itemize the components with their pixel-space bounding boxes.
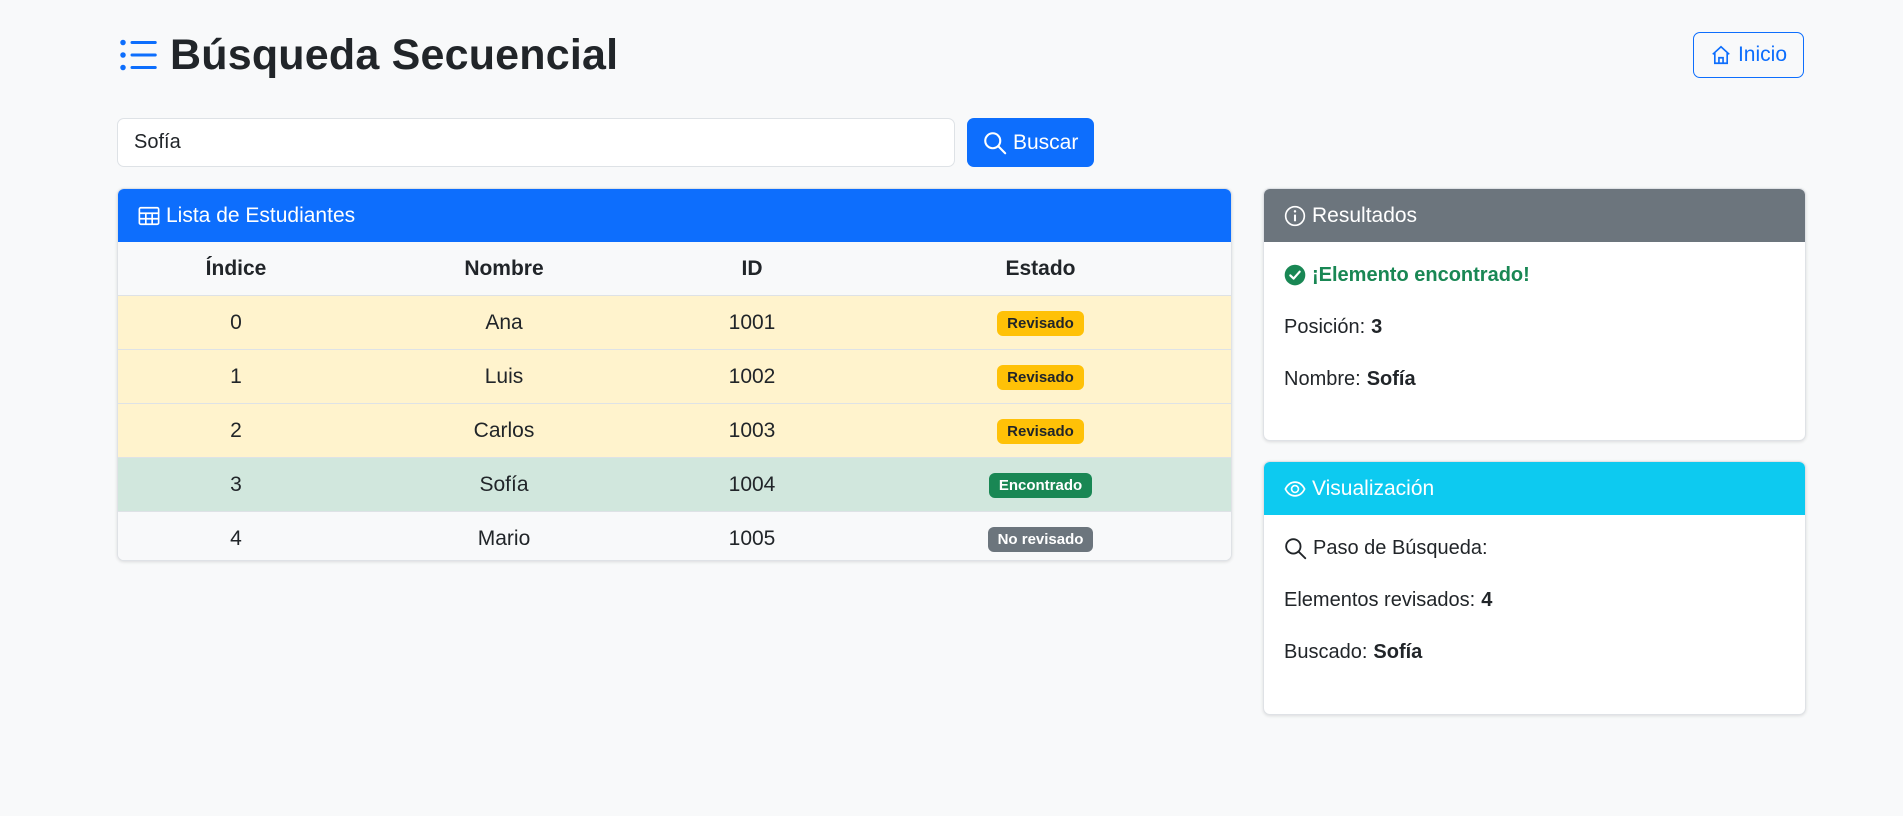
table-row: 2 Carlos 1003 Revisado (118, 403, 1231, 458)
cell-status: Revisado (850, 349, 1231, 404)
searched-label: Buscado: (1284, 640, 1368, 663)
name-line: Nombre: Sofía (1284, 366, 1785, 392)
status-badge: Revisado (997, 418, 1084, 444)
search-input[interactable] (117, 118, 955, 167)
cell-index: 4 (118, 511, 354, 560)
cell-name: Sofía (354, 457, 654, 512)
search-button-label: Buscar (1013, 130, 1079, 154)
cell-index: 2 (118, 403, 354, 458)
searched-value: Sofía (1373, 640, 1423, 663)
reviewed-line: Elementos revisados: 4 (1284, 587, 1785, 613)
cell-status: Revisado (850, 403, 1231, 458)
table-row: 0 Ana 1001 Revisado (118, 295, 1231, 350)
page-header: Búsqueda Secuencial Inicio (118, 26, 1804, 84)
status-badge: Encontrado (988, 472, 1093, 498)
step-label: Paso de Búsqueda: (1313, 536, 1488, 559)
home-button-label: Inicio (1737, 43, 1787, 66)
cell-name: Ana (354, 295, 654, 350)
students-table: Índice Nombre ID Estado 0 Ana 1001 Revis… (118, 242, 1231, 560)
visualization-card-title: Visualización (1312, 476, 1435, 500)
cell-name: Mario (354, 511, 654, 560)
visualization-card-header: Visualización (1264, 462, 1805, 515)
column-header-index: Índice (118, 242, 354, 296)
position-label: Posición: (1284, 315, 1366, 338)
list-icon (118, 35, 158, 75)
cell-index: 1 (118, 349, 354, 404)
searched-line: Buscado: Sofía (1284, 639, 1785, 665)
search-button[interactable]: Buscar (967, 118, 1095, 167)
visualization-card-body: Paso de Búsqueda: Elementos revisados: 4… (1264, 515, 1805, 711)
results-card-header: Resultados (1264, 189, 1805, 242)
position-value: 3 (1371, 315, 1383, 338)
cell-index: 0 (118, 295, 354, 350)
students-card: Lista de Estudiantes Índice Nombre ID Es… (117, 188, 1232, 561)
column-header-name: Nombre (354, 242, 654, 296)
house-icon (1712, 45, 1730, 65)
search-row: Buscar (117, 118, 1095, 167)
results-card-title: Resultados (1312, 203, 1418, 227)
status-badge: Revisado (997, 364, 1084, 390)
results-card-body: ¡Elemento encontrado! Posición: 3 Nombre… (1264, 242, 1805, 438)
cell-id: 1003 (654, 403, 850, 458)
cell-status: Revisado (850, 295, 1231, 350)
name-value: Sofía (1366, 367, 1416, 390)
cell-id: 1001 (654, 295, 850, 350)
cell-id: 1002 (654, 349, 850, 404)
column-header-status: Estado (850, 242, 1231, 296)
cell-id: 1005 (654, 511, 850, 560)
reviewed-value: 4 (1481, 588, 1493, 611)
reviewed-label: Elementos revisados: (1284, 588, 1476, 611)
home-button[interactable]: Inicio (1692, 32, 1804, 78)
search-icon (984, 131, 1007, 154)
table-icon (138, 206, 160, 225)
cell-status: No revisado (850, 511, 1231, 560)
found-message: ¡Elemento encontrado! (1284, 262, 1785, 288)
step-line: Paso de Búsqueda: (1284, 535, 1785, 561)
table-header-row: Índice Nombre ID Estado (118, 242, 1231, 296)
search-icon (1285, 537, 1307, 559)
name-label: Nombre: (1284, 367, 1361, 390)
check-circle-icon (1284, 264, 1306, 286)
cell-name: Luis (354, 349, 654, 404)
page-title: Búsqueda Secuencial (170, 30, 619, 79)
column-header-id: ID (654, 242, 850, 296)
status-badge: No revisado (987, 526, 1094, 552)
table-row: 3 Sofía 1004 Encontrado (118, 457, 1231, 512)
visualization-card: Visualización Paso de Búsqueda: Elemento… (1263, 461, 1806, 715)
found-message-text: ¡Elemento encontrado! (1312, 263, 1530, 286)
position-line: Posición: 3 (1284, 314, 1785, 340)
results-card: Resultados ¡Elemento encontrado! Posició… (1263, 188, 1806, 441)
cell-status: Encontrado (850, 457, 1231, 512)
cell-name: Carlos (354, 403, 654, 458)
cell-index: 3 (118, 457, 354, 512)
students-card-title: Lista de Estudiantes (166, 203, 356, 227)
table-row: 1 Luis 1002 Revisado (118, 349, 1231, 404)
status-badge: Revisado (997, 310, 1084, 336)
title-group: Búsqueda Secuencial (118, 31, 618, 80)
table-row: 4 Mario 1005 No revisado (118, 511, 1231, 560)
cell-id: 1004 (654, 457, 850, 512)
eye-icon (1284, 480, 1306, 497)
info-circle-icon (1284, 205, 1306, 226)
students-card-header: Lista de Estudiantes (118, 189, 1231, 242)
